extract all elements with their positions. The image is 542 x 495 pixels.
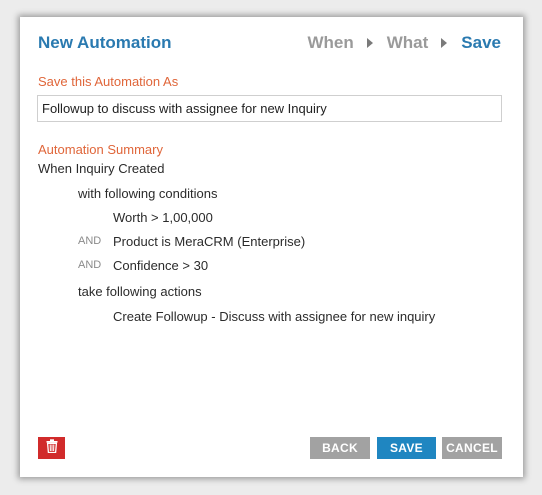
actions-intro: take following actions — [78, 284, 202, 299]
save-as-label: Save this Automation As — [38, 74, 179, 89]
save-button[interactable]: SAVE — [377, 437, 436, 459]
condition-item: Product is MeraCRM (Enterprise) — [113, 234, 306, 249]
dialog-title: New Automation — [38, 33, 172, 52]
condition-item: Worth > 1,00,000 — [113, 210, 213, 225]
back-button[interactable]: BACK — [310, 437, 370, 459]
step-arrow-icon — [441, 38, 448, 48]
summary-trigger: When Inquiry Created — [38, 161, 165, 176]
new-automation-dialog: New Automation When What Save Save this … — [20, 17, 523, 477]
step-what[interactable]: What — [387, 33, 429, 53]
step-arrow-icon — [366, 38, 373, 48]
condition-item: Confidence > 30 — [113, 258, 209, 273]
dialog-header: New Automation When What Save — [20, 17, 523, 69]
summary-label: Automation Summary — [38, 142, 163, 157]
step-when[interactable]: When — [307, 33, 353, 53]
delete-button[interactable] — [38, 437, 65, 459]
wizard-steps: When What Save — [307, 33, 501, 53]
condition-joiner: AND — [78, 259, 102, 271]
action-item: Create Followup - Discuss with assignee … — [113, 309, 436, 324]
automation-name-input[interactable] — [37, 95, 502, 122]
condition-joiner: AND — [78, 235, 102, 247]
cancel-button[interactable]: CANCEL — [442, 437, 502, 459]
step-save[interactable]: Save — [461, 33, 501, 53]
dialog-footer: BACK SAVE CANCEL — [20, 435, 523, 461]
conditions-intro: with following conditions — [78, 186, 218, 201]
trash-icon — [46, 438, 58, 458]
